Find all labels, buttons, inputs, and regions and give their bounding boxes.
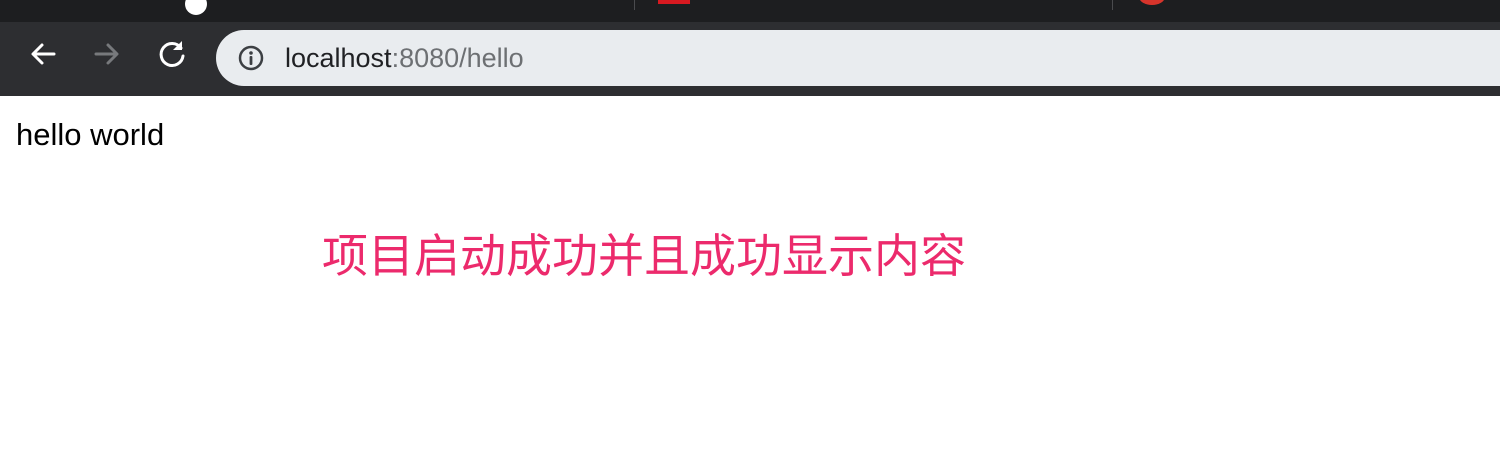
page-body-text: hello world <box>16 117 165 152</box>
reload-button[interactable] <box>157 39 187 69</box>
tab-favicon-icon <box>185 0 207 15</box>
tab-favicon-icon <box>1139 0 1165 5</box>
tab-favicon-icon <box>658 0 690 4</box>
arrow-right-icon <box>94 43 119 65</box>
forward-button[interactable] <box>92 39 122 69</box>
page-content: hello world 项目启动成功并且成功显示内容 <box>0 96 1500 454</box>
back-button[interactable] <box>28 39 58 69</box>
reload-icon <box>159 41 185 67</box>
annotation-text: 项目启动成功并且成功显示内容 <box>322 229 966 283</box>
url-port-path: :8080/hello <box>391 43 524 73</box>
browser-toolbar: localhost:8080/hello <box>0 22 1500 96</box>
url-host: localhost <box>285 43 392 73</box>
tab-separator <box>634 0 635 10</box>
tab-strip <box>0 0 1500 22</box>
arrow-left-icon <box>31 43 56 65</box>
info-icon[interactable] <box>238 45 264 71</box>
tab-separator <box>1112 0 1113 10</box>
url-text[interactable]: localhost:8080/hello <box>285 43 524 73</box>
address-bar[interactable]: localhost:8080/hello <box>216 30 1500 86</box>
